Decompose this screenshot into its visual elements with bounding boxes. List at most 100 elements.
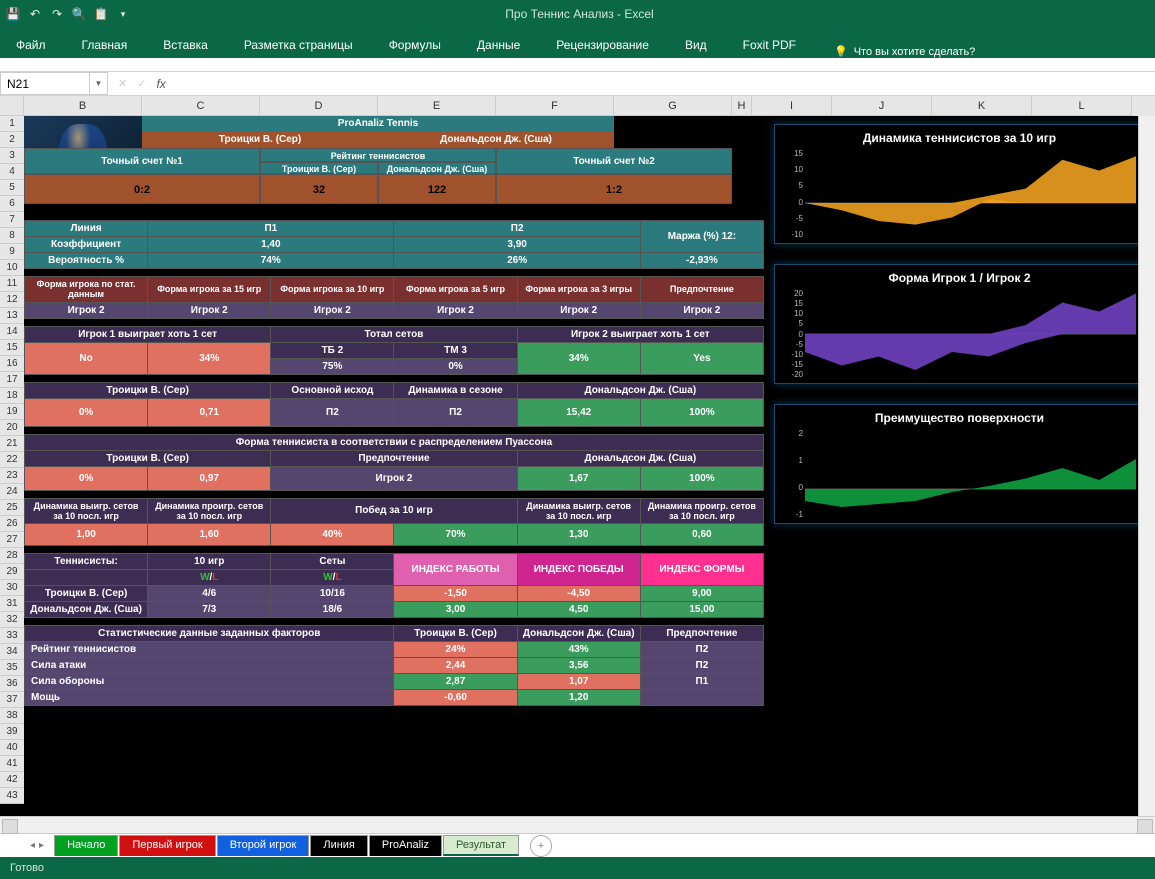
col-header-E[interactable]: E <box>378 96 496 116</box>
row-header-6[interactable]: 6 <box>0 196 24 212</box>
row-header-8[interactable]: 8 <box>0 228 24 244</box>
row-header-37[interactable]: 37 <box>0 692 24 708</box>
row-header-22[interactable]: 22 <box>0 452 24 468</box>
idx-p1: Троицки В. (Сер) <box>25 585 148 601</box>
chart-1[interactable]: Форма Игрок 1 / Игрок 220151050-5-10-15-… <box>774 264 1145 384</box>
row-header-35[interactable]: 35 <box>0 660 24 676</box>
row-header-5[interactable]: 5 <box>0 180 24 196</box>
tab-nav-first-icon[interactable]: ◂ <box>30 840 35 851</box>
col-header-B[interactable]: B <box>24 96 142 116</box>
row-header-40[interactable]: 40 <box>0 740 24 756</box>
tab-formulas[interactable]: Формулы <box>381 32 449 58</box>
row-header-3[interactable]: 3 <box>0 148 24 164</box>
formula-input[interactable] <box>176 72 1155 95</box>
copy-icon[interactable]: 📋 <box>94 7 108 21</box>
row-header-2[interactable]: 2 <box>0 132 24 148</box>
col-header-K[interactable]: K <box>932 96 1032 116</box>
row-header-14[interactable]: 14 <box>0 324 24 340</box>
row-header-13[interactable]: 13 <box>0 308 24 324</box>
rating1: 32 <box>260 174 378 204</box>
col-header-D[interactable]: D <box>260 96 378 116</box>
row-header-41[interactable]: 41 <box>0 756 24 772</box>
row-header-39[interactable]: 39 <box>0 724 24 740</box>
row-header-27[interactable]: 27 <box>0 532 24 548</box>
row-header-33[interactable]: 33 <box>0 628 24 644</box>
row-header-34[interactable]: 34 <box>0 644 24 660</box>
row-header-9[interactable]: 9 <box>0 244 24 260</box>
col-header-H[interactable]: H <box>732 96 752 116</box>
row-header-31[interactable]: 31 <box>0 596 24 612</box>
row-header-36[interactable]: 36 <box>0 676 24 692</box>
confirm-icon[interactable]: ✓ <box>137 77 146 90</box>
tab-home[interactable]: Главная <box>74 32 136 58</box>
qat-more-icon[interactable]: ▾ <box>116 7 130 21</box>
row-header-29[interactable]: 29 <box>0 564 24 580</box>
new-sheet-button[interactable]: + <box>530 835 552 857</box>
col-header-F[interactable]: F <box>496 96 614 116</box>
namebox-dropdown-icon[interactable]: ▼ <box>90 72 108 95</box>
tab-data[interactable]: Данные <box>469 32 528 58</box>
form-hdr-5: Предпочтение <box>640 276 763 302</box>
row-header-16[interactable]: 16 <box>0 356 24 372</box>
col-header-C[interactable]: C <box>142 96 260 116</box>
save-icon[interactable]: 💾 <box>6 7 20 21</box>
col-header-I[interactable]: I <box>752 96 832 116</box>
row-header-17[interactable]: 17 <box>0 372 24 388</box>
row-header-25[interactable]: 25 <box>0 500 24 516</box>
row-header-28[interactable]: 28 <box>0 548 24 564</box>
row-header-7[interactable]: 7 <box>0 212 24 228</box>
tab-foxit[interactable]: Foxit PDF <box>735 32 804 58</box>
name-box[interactable]: N21 <box>0 72 90 95</box>
tab-insert[interactable]: Вставка <box>155 32 216 58</box>
undo-icon[interactable]: ↶ <box>28 7 42 21</box>
tab-review[interactable]: Рецензирование <box>548 32 657 58</box>
tab-view[interactable]: Вид <box>677 32 715 58</box>
row-header-30[interactable]: 30 <box>0 580 24 596</box>
row-header-26[interactable]: 26 <box>0 516 24 532</box>
horizontal-scrollbar[interactable] <box>0 816 1155 833</box>
col-header-G[interactable]: G <box>614 96 732 116</box>
row-header-20[interactable]: 20 <box>0 420 24 436</box>
sheet-tab-ProAnaliz[interactable]: ProAnaliz <box>369 835 442 856</box>
sheet-tab-Линия[interactable]: Линия <box>310 835 368 856</box>
preview-icon[interactable]: 🔍 <box>72 7 86 21</box>
row-header-12[interactable]: 12 <box>0 292 24 308</box>
row-header-18[interactable]: 18 <box>0 388 24 404</box>
row-header-15[interactable]: 15 <box>0 340 24 356</box>
chart-0[interactable]: Динамика теннисистов за 10 игр151050-5-1… <box>774 124 1145 244</box>
fx-icon[interactable]: fx <box>156 77 165 91</box>
tab-page-layout[interactable]: Разметка страницы <box>236 32 361 58</box>
vertical-scrollbar[interactable] <box>1138 116 1155 816</box>
sheet-tab-Первый игрок[interactable]: Первый игрок <box>119 835 215 856</box>
row-header-11[interactable]: 11 <box>0 276 24 292</box>
row-header-43[interactable]: 43 <box>0 788 24 804</box>
row-header-32[interactable]: 32 <box>0 612 24 628</box>
col-header-J[interactable]: J <box>832 96 932 116</box>
sheet-tab-Второй игрок[interactable]: Второй игрок <box>217 835 310 856</box>
form-val-0: Игрок 2 <box>25 302 148 318</box>
dyn-h2: Основной исход <box>271 382 394 398</box>
tab-file[interactable]: Файл <box>8 32 54 58</box>
sheet-tab-Начало[interactable]: Начало <box>54 835 118 856</box>
redo-icon[interactable]: ↷ <box>50 7 64 21</box>
d10-h5: Динамика проигр. сетов за 10 посл. игр <box>640 498 763 523</box>
row-header-10[interactable]: 10 <box>0 260 24 276</box>
cancel-icon[interactable]: ✕ <box>118 77 127 90</box>
tab-nav-last-icon[interactable]: ▸ <box>39 840 44 851</box>
score1lbl: Точный счет №1 <box>24 148 260 174</box>
row-header-23[interactable]: 23 <box>0 468 24 484</box>
row-header-19[interactable]: 19 <box>0 404 24 420</box>
row-header-21[interactable]: 21 <box>0 436 24 452</box>
chart-2[interactable]: Преимущество поверхности210-1 <box>774 404 1145 524</box>
coef-lbl: Коэффициент <box>25 236 148 252</box>
row-header-1[interactable]: 1 <box>0 116 24 132</box>
select-all-corner[interactable] <box>0 96 24 116</box>
row-header-42[interactable]: 42 <box>0 772 24 788</box>
tell-me[interactable]: Что вы хотите сделать? <box>854 46 976 58</box>
col-header-L[interactable]: L <box>1032 96 1132 116</box>
prob-lbl: Вероятность % <box>25 252 148 268</box>
row-header-38[interactable]: 38 <box>0 708 24 724</box>
row-header-24[interactable]: 24 <box>0 484 24 500</box>
sheet-tab-Результат[interactable]: Результат <box>443 835 519 856</box>
row-header-4[interactable]: 4 <box>0 164 24 180</box>
